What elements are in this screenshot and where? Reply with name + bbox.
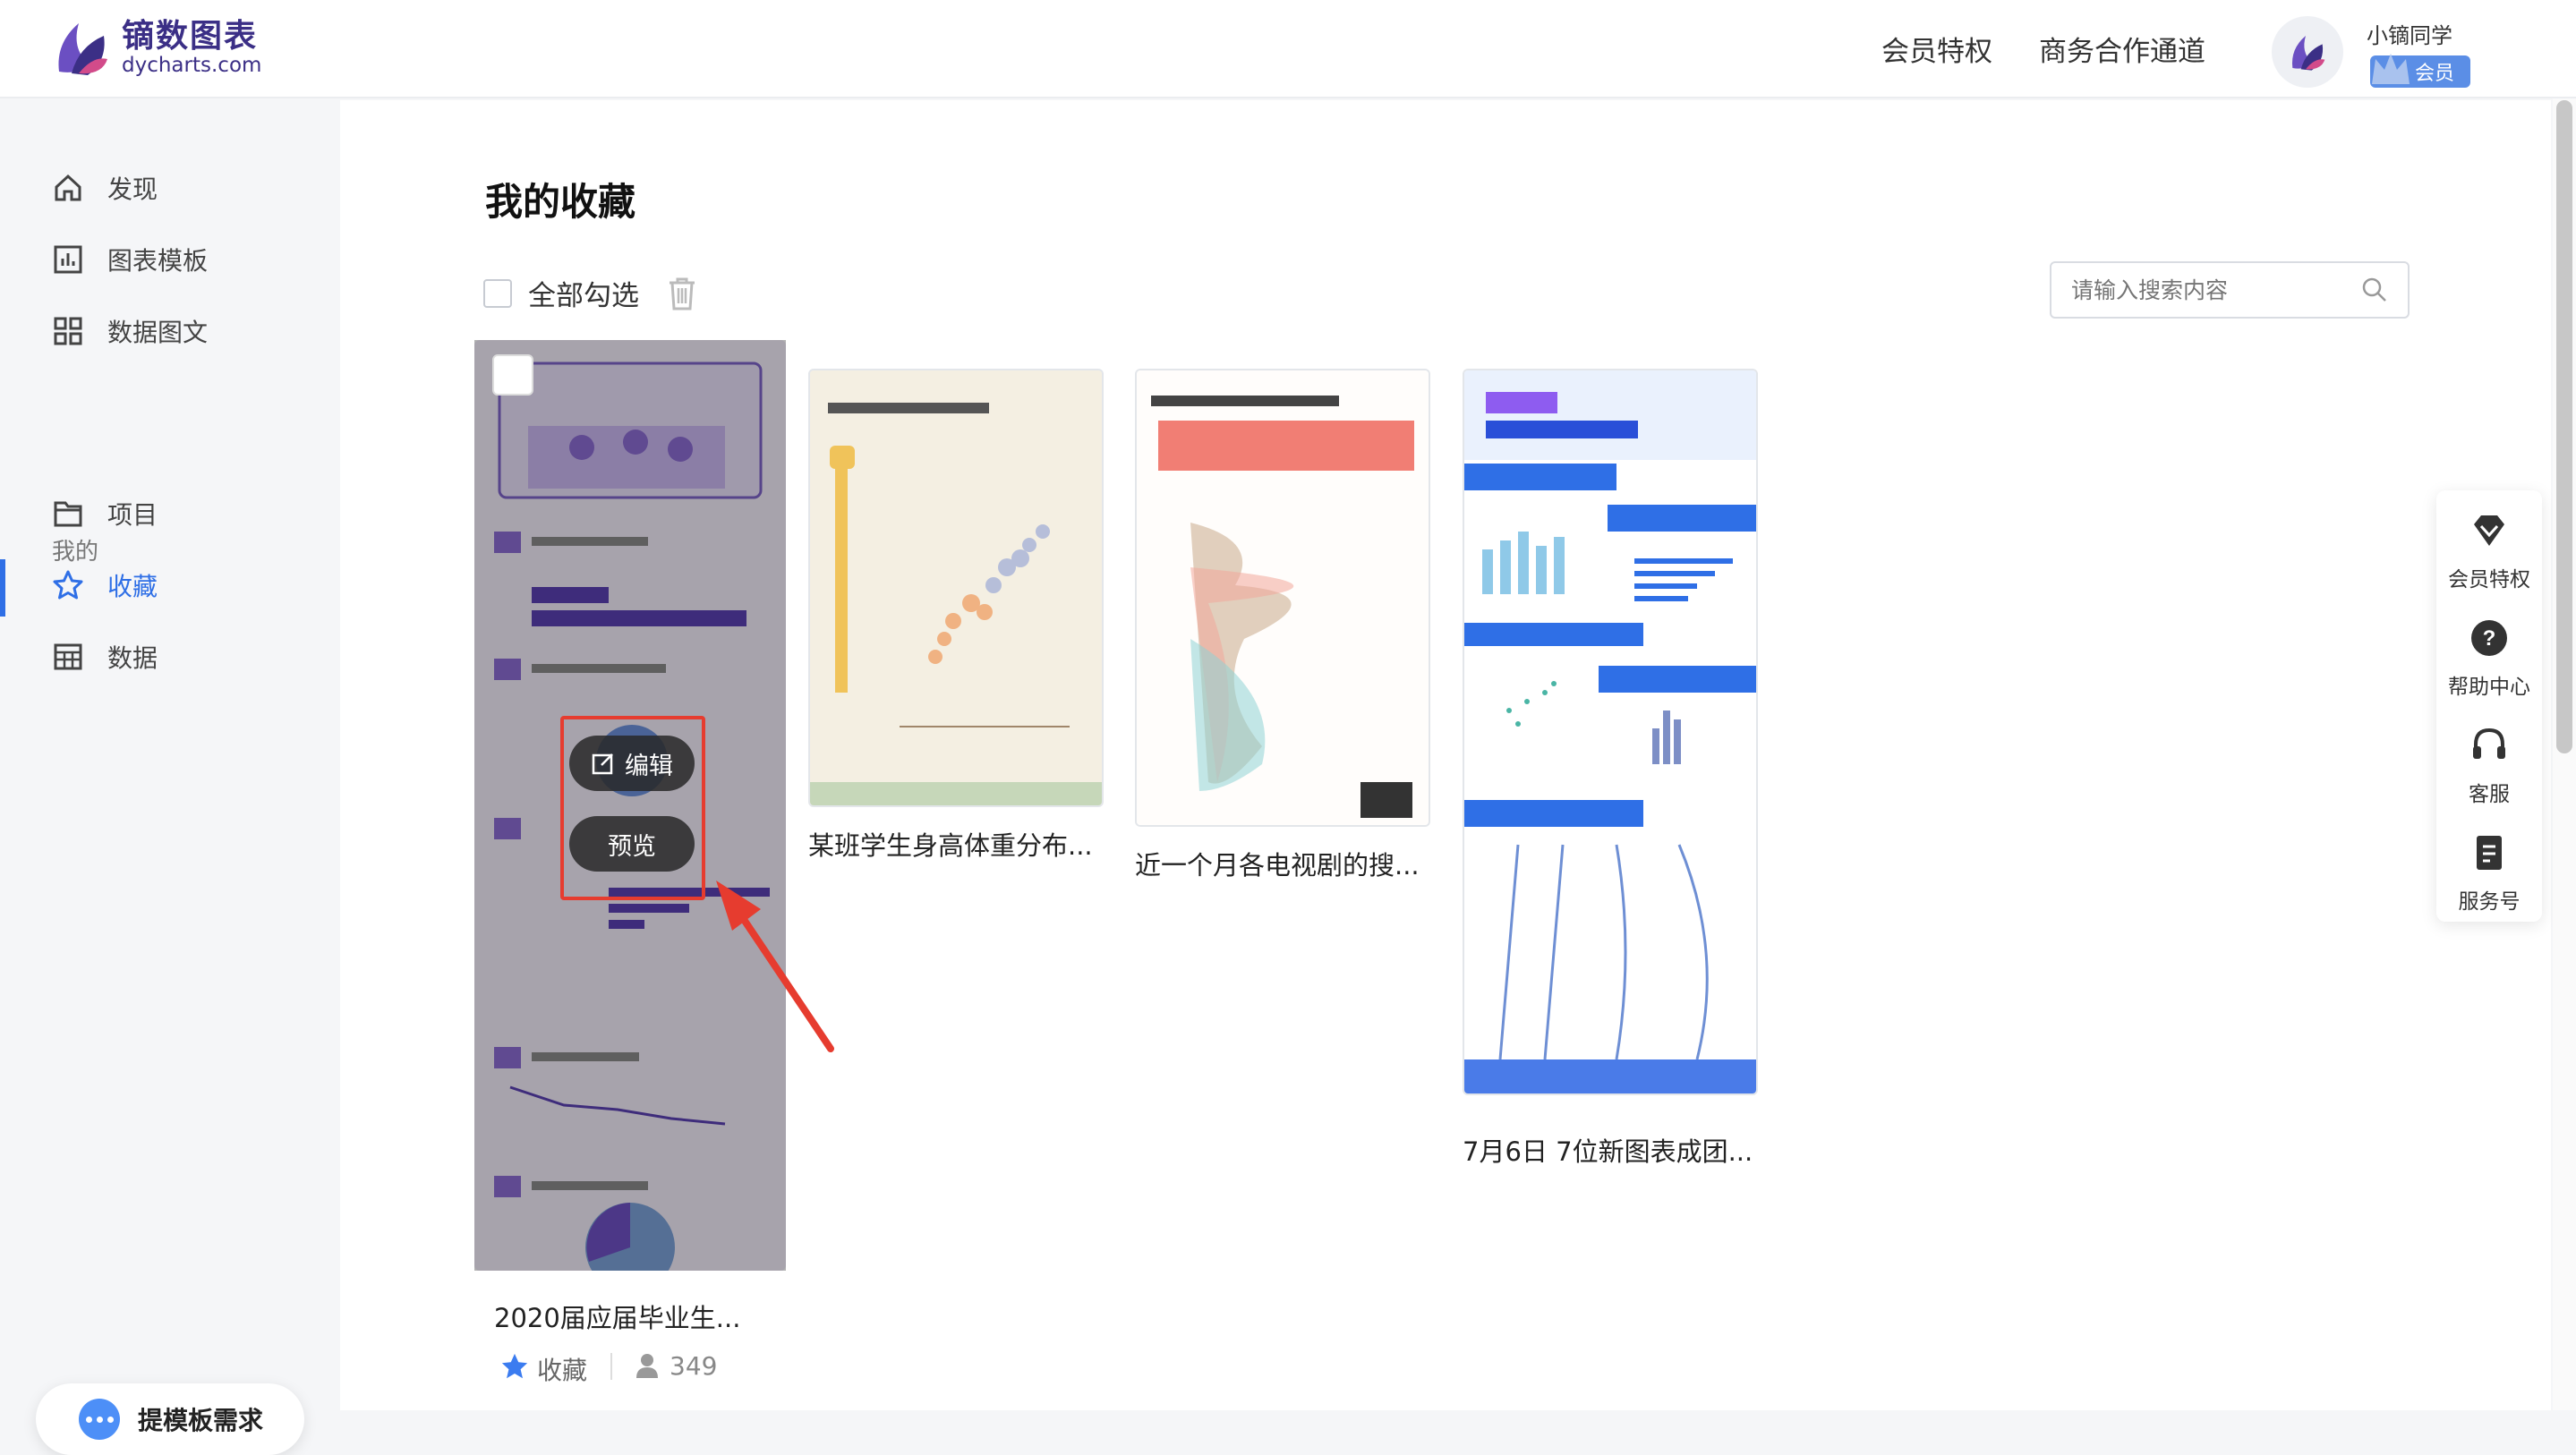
card-thumbnail[interactable] <box>808 369 1104 807</box>
card-thumbnail[interactable] <box>1135 369 1430 827</box>
crown-icon <box>2372 54 2410 84</box>
card-thumbnail[interactable] <box>1463 369 1758 1095</box>
avatar-logo-icon <box>2291 36 2325 71</box>
float-item-label: 帮助中心 <box>2448 676 2530 699</box>
card-title[interactable]: 某班学生身高体重分布... <box>808 825 1093 863</box>
sidebar-active-indicator <box>0 559 5 617</box>
card-checkbox[interactable] <box>492 354 533 396</box>
float-item-label: 客服 <box>2469 783 2510 806</box>
sidebar-item-label: 数据 <box>107 643 158 673</box>
request-template-label: 提模板需求 <box>138 1406 264 1435</box>
float-item-label: 会员特权 <box>2448 568 2530 591</box>
headset-icon <box>2473 728 2505 759</box>
help-icon: ? <box>2471 620 2507 656</box>
top-nav: 会员特权 商务合作通道 <box>1881 29 2205 69</box>
sidebar-group-label: 我的 <box>52 539 99 566</box>
avatar[interactable] <box>2272 16 2343 88</box>
float-customer-service[interactable]: 客服 <box>2436 725 2542 807</box>
sidebar-item-data-graphics[interactable]: 数据图文 <box>52 310 208 353</box>
trash-icon[interactable] <box>666 276 698 311</box>
sidebar-item-chart-templates[interactable]: 图表模板 <box>52 238 208 281</box>
search-icon[interactable] <box>2361 277 2388 303</box>
card-title[interactable]: 7月6日 7位新图表成团... <box>1463 1131 1753 1169</box>
sidebar-item-favorites[interactable]: 收藏 <box>52 564 158 607</box>
red-arrow-annotation <box>716 881 834 1052</box>
divider <box>610 1353 612 1380</box>
request-template-button[interactable]: 提模板需求 <box>36 1383 304 1455</box>
sidebar-item-data[interactable]: 数据 <box>52 635 158 678</box>
card-footer: 2020届应届毕业生... 收藏 349 <box>474 1271 786 1410</box>
multi-chart-thumbnail <box>1464 370 1756 1093</box>
star-filled-icon[interactable] <box>499 1351 530 1382</box>
search-input[interactable] <box>2071 277 2361 303</box>
ridge-thumbnail <box>1137 370 1429 825</box>
sidebar-item-label: 收藏 <box>107 572 158 601</box>
grid-icon <box>52 315 84 347</box>
use-count: 349 <box>670 1351 718 1381</box>
brand-domain: dycharts.com <box>122 54 262 77</box>
sidebar-item-label: 图表模板 <box>107 246 209 276</box>
user-icon <box>636 1354 658 1378</box>
select-all[interactable]: 全部勾选 <box>483 273 698 313</box>
float-help-center[interactable]: ? 帮助中心 <box>2436 617 2542 700</box>
nav-business-cooperation[interactable]: 商务合作通道 <box>2039 29 2205 69</box>
top-header: 镝数图表 dycharts.com 会员特权 商务合作通道 小镝同学 会员 <box>0 0 2576 98</box>
diamond-icon <box>2474 515 2504 546</box>
float-service-account[interactable]: 服务号 <box>2436 832 2542 915</box>
sidebar-item-label: 发现 <box>107 174 158 204</box>
float-item-label: 服务号 <box>2458 890 2521 914</box>
floating-help-panel: 会员特权 ? 帮助中心 客服 服务号 <box>2436 490 2542 922</box>
scrollbar-thumb[interactable] <box>2556 100 2572 753</box>
select-all-label: 全部勾选 <box>528 280 639 312</box>
sidebar-item-label: 项目 <box>107 500 158 530</box>
card-title[interactable]: 近一个月各电视剧的搜... <box>1135 845 1420 882</box>
float-vip-privileges[interactable]: 会员特权 <box>2436 510 2542 592</box>
star-icon <box>52 569 84 601</box>
search-box[interactable] <box>2050 261 2410 319</box>
sidebar: 发现 图表模板 数据图文 我的 项目 收藏 数据 提模板需求 <box>0 98 340 1455</box>
service-icon <box>2477 836 2502 870</box>
sidebar-item-discover[interactable]: 发现 <box>52 166 158 209</box>
favorite-card[interactable]: 某班学生身高体重分布... <box>808 369 1104 870</box>
svg-text:?: ? <box>2483 626 2496 651</box>
folder-icon <box>52 498 84 530</box>
card-title[interactable]: 2020届应届毕业生... <box>494 1298 740 1335</box>
brand-name: 镝数图表 <box>122 17 259 55</box>
home-icon <box>52 172 84 204</box>
brand-logo[interactable]: 镝数图表 dycharts.com <box>52 16 261 79</box>
favorite-card[interactable]: 近一个月各电视剧的搜... <box>1135 369 1430 888</box>
favorite-card[interactable]: 7月6日 7位新图表成团... <box>1463 369 1758 1167</box>
chart-icon <box>52 243 84 276</box>
table-icon <box>52 641 84 673</box>
highlight-box <box>560 716 705 900</box>
logo-mark-icon <box>58 23 107 75</box>
favorite-label[interactable]: 收藏 <box>537 1351 587 1387</box>
scatter-thumbnail <box>810 370 1102 805</box>
page-title: 我的收藏 <box>485 180 636 224</box>
nav-vip-privileges[interactable]: 会员特权 <box>1881 29 1992 69</box>
sidebar-item-label: 数据图文 <box>107 318 209 347</box>
user-name[interactable]: 小镝同学 <box>2367 18 2452 49</box>
select-all-checkbox[interactable] <box>483 278 512 308</box>
sidebar-item-projects[interactable]: 项目 <box>52 492 158 535</box>
chat-icon <box>79 1399 120 1440</box>
